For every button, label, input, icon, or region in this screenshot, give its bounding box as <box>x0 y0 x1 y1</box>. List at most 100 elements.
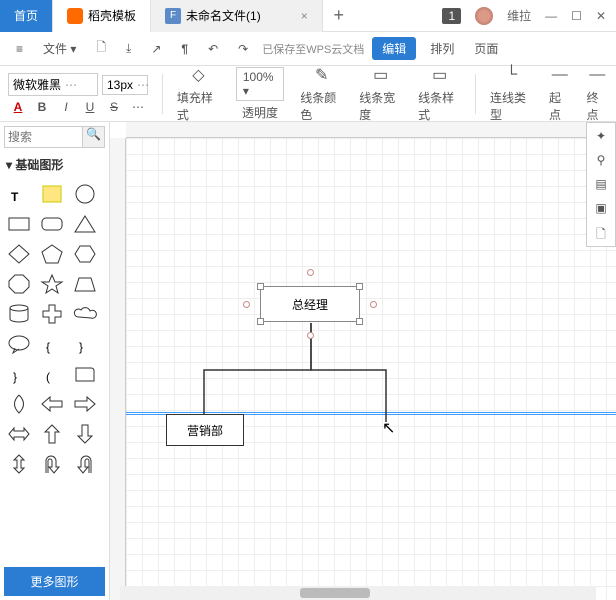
shape-callout[interactable] <box>2 329 35 359</box>
line-style-button[interactable]: ▭线条样式 <box>410 64 469 123</box>
menu-icon[interactable]: ≡ <box>10 39 29 59</box>
shape-bracket-right[interactable]: } <box>2 359 35 389</box>
shape-arrow-ud[interactable] <box>2 449 35 479</box>
font-color-button[interactable]: A <box>8 100 28 114</box>
shape-arrow-left[interactable] <box>35 389 68 419</box>
undo-icon[interactable]: ↶ <box>202 39 224 59</box>
toolbar-format: 微软雅黑⋯ 13px⋯ A B I U S ⋯ ◇填充样式 100% ▾透明度 … <box>0 66 616 122</box>
zoom-select[interactable]: 100% ▾透明度 <box>228 67 292 121</box>
node-manager[interactable]: 总经理 <box>260 286 360 322</box>
compass-icon[interactable]: ✦ <box>596 129 606 143</box>
search-right-icon[interactable]: ⚲ <box>597 153 606 167</box>
titlebar: 首页 稻壳模板 F 未命名文件(1) × + 1 维拉 — ☐ ✕ <box>0 0 616 32</box>
svg-text:(: ( <box>46 370 50 384</box>
shape-trapezoid[interactable] <box>68 269 101 299</box>
svg-text:T: T <box>11 190 19 204</box>
shape-hexagon[interactable] <box>68 239 101 269</box>
username: 维拉 <box>507 7 531 24</box>
shape-uturn[interactable] <box>35 449 68 479</box>
close-window-icon[interactable]: ✕ <box>596 9 606 23</box>
save-icon[interactable]: 🗋 <box>90 35 112 62</box>
shape-card[interactable] <box>68 359 101 389</box>
svg-text:{: { <box>46 340 50 354</box>
line-color-button[interactable]: ✎线条颜色 <box>292 64 351 123</box>
size-select[interactable]: 13px⋯ <box>102 75 148 95</box>
download-icon[interactable]: ⤓ <box>120 38 137 59</box>
shape-star[interactable] <box>35 269 68 299</box>
line-width-button[interactable]: ▭线条宽度 <box>351 64 410 123</box>
shape-uturn2[interactable] <box>68 449 101 479</box>
file-icon: F <box>165 8 181 24</box>
shape-octagon[interactable] <box>2 269 35 299</box>
format-painter-icon[interactable]: ¶ <box>175 39 194 59</box>
bold-button[interactable]: B <box>32 100 52 114</box>
export-icon[interactable]: ↗ <box>145 39 167 59</box>
docker-icon <box>67 8 83 24</box>
more-format-icon[interactable]: ⋯ <box>128 100 148 114</box>
shape-drop[interactable] <box>2 389 35 419</box>
shape-cylinder[interactable] <box>2 299 35 329</box>
shape-note[interactable] <box>35 179 68 209</box>
more-shapes-button[interactable]: 更多图形 <box>4 567 105 596</box>
shape-palette: T <box>0 177 109 563</box>
file-menu[interactable]: 文件 ▾ <box>37 37 82 60</box>
shape-text[interactable]: T <box>2 179 35 209</box>
ruler-vertical <box>110 138 126 600</box>
tab-home[interactable]: 首页 <box>0 0 53 32</box>
underline-button[interactable]: U <box>80 100 100 114</box>
shape-brace-left[interactable]: { <box>35 329 68 359</box>
outline-icon[interactable]: ▣ <box>595 201 606 215</box>
redo-icon[interactable]: ↷ <box>232 39 254 59</box>
tab-docker[interactable]: 稻壳模板 <box>53 0 151 32</box>
close-icon[interactable]: × <box>301 9 308 23</box>
toolbar-main: ≡ 文件 ▾ 🗋 ⤓ ↗ ¶ ↶ ↷ 已保存至WPS云文档 编辑 排列 页面 <box>0 32 616 66</box>
page-icon[interactable]: 🗋 <box>596 225 606 246</box>
shape-pentagon[interactable] <box>35 239 68 269</box>
right-panel: ✦ ⚲ ▤ ▣ 🗋 <box>586 122 616 247</box>
shape-diamond[interactable] <box>2 239 35 269</box>
conn-type-button[interactable]: └连线类型 <box>482 64 541 123</box>
canvas-area: 总经理 营销部 ↖ ✦ ⚲ ▤ ▣ 🗋 <box>110 122 616 600</box>
node-label: 总经理 <box>292 296 328 313</box>
canvas[interactable]: 总经理 营销部 ↖ <box>126 138 616 600</box>
node-label: 营销部 <box>187 422 223 439</box>
strikethrough-button[interactable]: S <box>104 100 124 114</box>
shape-paren[interactable]: ( <box>35 359 68 389</box>
tab-file-label: 未命名文件(1) <box>186 7 261 24</box>
node-sales[interactable]: 营销部 <box>166 414 244 446</box>
shape-cross[interactable] <box>35 299 68 329</box>
shape-arrow-lr[interactable] <box>2 419 35 449</box>
avatar[interactable] <box>475 7 493 25</box>
notification-badge[interactable]: 1 <box>442 8 461 24</box>
shape-arrow-down[interactable] <box>68 419 101 449</box>
search-icon[interactable]: 🔍 <box>82 127 104 147</box>
shape-arrow-up[interactable] <box>35 419 68 449</box>
tab-file[interactable]: F 未命名文件(1) × <box>151 0 323 32</box>
shape-arrow-right[interactable] <box>68 389 101 419</box>
shape-circle[interactable] <box>68 179 101 209</box>
page-menu[interactable]: 页面 <box>468 37 504 60</box>
svg-text:}: } <box>79 340 83 354</box>
end-point-button[interactable]: —终点 <box>578 64 615 123</box>
guide-line <box>126 412 616 413</box>
italic-button[interactable]: I <box>56 100 76 114</box>
edit-button[interactable]: 编辑 <box>372 37 416 60</box>
layers-icon[interactable]: ▤ <box>595 177 606 191</box>
shape-triangle[interactable] <box>68 209 101 239</box>
fill-style-button[interactable]: ◇填充样式 <box>169 64 228 123</box>
arrange-menu[interactable]: 排列 <box>424 37 460 60</box>
font-select[interactable]: 微软雅黑⋯ <box>8 73 98 96</box>
shape-brace-right[interactable]: } <box>68 329 101 359</box>
search-input[interactable]: 🔍 <box>4 126 105 148</box>
new-tab-button[interactable]: + <box>323 5 355 26</box>
scrollbar-horizontal[interactable] <box>120 586 596 600</box>
minimize-icon[interactable]: — <box>545 9 557 23</box>
save-status: 已保存至WPS云文档 <box>262 41 364 57</box>
cursor-icon: ↖ <box>382 418 395 438</box>
shape-roundrect[interactable] <box>35 209 68 239</box>
section-basic-shapes[interactable]: ▾ 基础图形 <box>0 152 109 177</box>
shape-rect[interactable] <box>2 209 35 239</box>
start-point-button[interactable]: —起点 <box>541 64 578 123</box>
maximize-icon[interactable]: ☐ <box>571 9 582 23</box>
shape-cloud[interactable] <box>68 299 101 329</box>
